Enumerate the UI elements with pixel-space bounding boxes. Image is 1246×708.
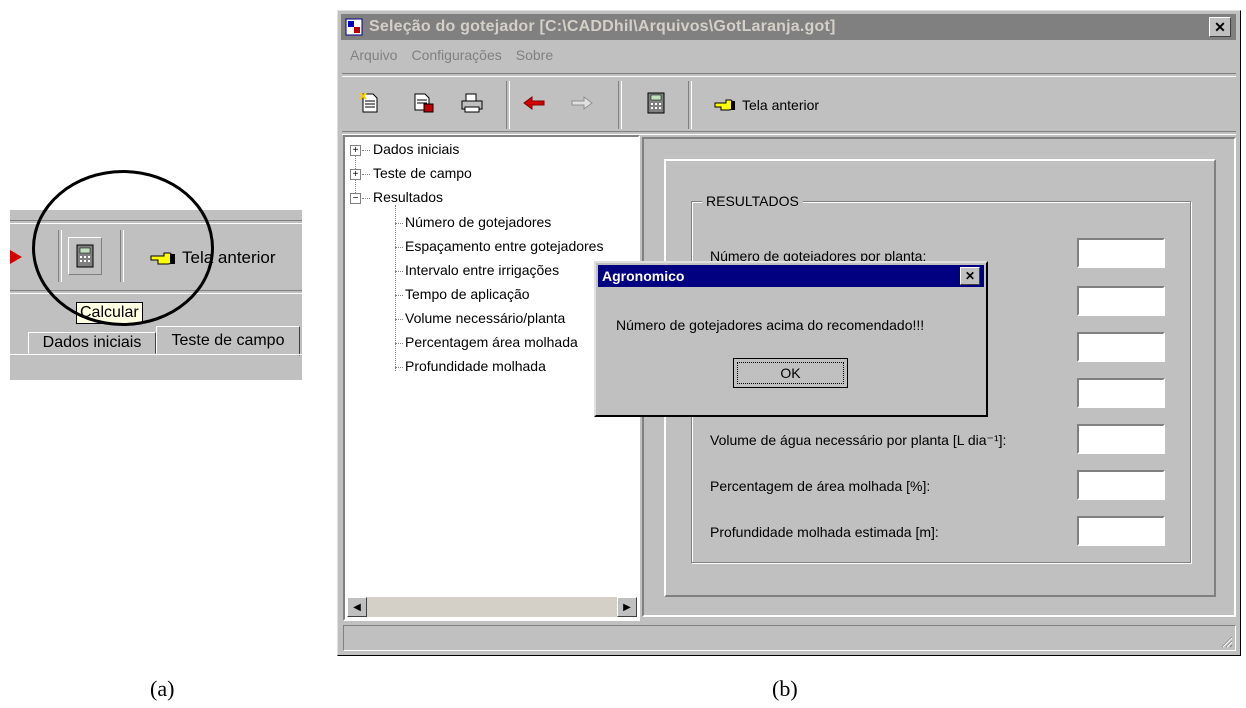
menu-sobre[interactable]: Sobre xyxy=(516,47,553,67)
tree-item-profundidade[interactable]: Profundidade molhada xyxy=(405,358,546,374)
previous-screen-label: Tela anterior xyxy=(742,97,820,113)
input-percentagem[interactable] xyxy=(1077,470,1165,500)
tree-connector xyxy=(395,271,403,272)
tree-connector xyxy=(395,295,403,296)
horizontal-scrollbar[interactable]: ◀ ▶ xyxy=(347,597,637,617)
input-profundidade[interactable] xyxy=(1077,516,1165,546)
tree-item-tempo[interactable]: Tempo de aplicação xyxy=(405,286,530,302)
tree-item-volume[interactable]: Volume necessário/planta xyxy=(405,310,565,326)
tree-connector xyxy=(362,198,370,199)
app-icon xyxy=(345,18,363,36)
tab-label: Dados iniciais xyxy=(42,334,142,351)
input-numero-gotejadores[interactable] xyxy=(1077,238,1165,268)
tree-item-teste-de-campo[interactable]: Teste de campo xyxy=(373,165,472,181)
tree-item-numero-gotejadores[interactable]: Número de gotejadores xyxy=(405,214,551,230)
caption-a: (a) xyxy=(150,676,175,701)
tree-item-intervalo[interactable]: Intervalo entre irrigações xyxy=(405,262,559,278)
expand-icon[interactable]: + xyxy=(350,145,361,156)
tab-dados-iniciais[interactable]: Dados iniciais xyxy=(28,332,156,354)
toolbar-separator xyxy=(506,81,510,129)
tree-connector xyxy=(395,367,403,368)
toolbar-separator xyxy=(618,81,622,129)
status-bar xyxy=(343,625,1236,651)
alert-dialog: Agronomico ✕ Número de gotejadores acima… xyxy=(594,261,988,417)
highlight-ellipse xyxy=(32,170,214,326)
close-icon: ✕ xyxy=(964,269,976,283)
tree-item-espacamento[interactable]: Espaçamento entre gotejadores xyxy=(405,238,603,254)
menu-arquivo[interactable]: Arquivo xyxy=(350,47,397,67)
window-title: Seleção do gotejador [C:\CADDhil\Arquivo… xyxy=(369,18,836,35)
label-profundidade: Profundidade molhada estimada [m]: xyxy=(710,524,939,540)
scroll-right-button[interactable]: ▶ xyxy=(617,597,637,617)
new-button[interactable] xyxy=(358,91,382,115)
dialog-message: Número de gotejadores acima do recomenda… xyxy=(616,317,925,333)
input-intervalo[interactable] xyxy=(1077,332,1165,362)
results-group-title: RESULTADOS xyxy=(702,193,803,209)
dialog-title: Agronomico xyxy=(602,268,685,284)
tree-connector xyxy=(395,247,403,248)
save-button[interactable] xyxy=(412,91,436,115)
print-button[interactable] xyxy=(460,91,484,115)
tree-item-resultados[interactable]: Resultados xyxy=(373,189,443,205)
dialog-close-button[interactable]: ✕ xyxy=(960,267,980,285)
resize-grip-icon[interactable] xyxy=(1219,634,1233,648)
window-close-button[interactable]: ✕ xyxy=(1209,17,1231,37)
dialog-titlebar: Agronomico ✕ xyxy=(598,265,984,287)
tab-baseline xyxy=(10,354,302,355)
back-arrow-icon[interactable] xyxy=(8,248,24,266)
pointing-hand-icon xyxy=(714,99,735,111)
caption-b: (b) xyxy=(772,676,798,701)
new-file-icon xyxy=(360,93,378,113)
forward-arrow-icon xyxy=(571,96,593,110)
menu-configuracoes[interactable]: Configurações xyxy=(411,47,501,67)
tree-connector xyxy=(395,223,403,224)
tree-connector xyxy=(395,343,403,344)
tab-label: Teste de campo xyxy=(171,332,285,349)
print-icon xyxy=(461,93,483,113)
forward-button[interactable] xyxy=(570,91,594,115)
tree-connector xyxy=(395,319,403,320)
back-button[interactable] xyxy=(522,91,546,115)
tree-connector xyxy=(362,174,370,175)
tree-connector xyxy=(362,150,370,151)
save-file-icon xyxy=(414,93,434,113)
input-tempo[interactable] xyxy=(1077,378,1165,408)
scroll-left-button[interactable]: ◀ xyxy=(347,597,367,617)
expand-icon[interactable]: + xyxy=(350,169,361,180)
collapse-icon[interactable]: − xyxy=(350,193,361,204)
ok-button[interactable]: OK xyxy=(733,358,848,388)
back-arrow-icon xyxy=(523,96,545,110)
tree-item-dados-iniciais[interactable]: Dados iniciais xyxy=(373,141,459,157)
toolbar-top-edge xyxy=(342,73,1236,77)
label-percentagem: Percentagem de área molhada [%]: xyxy=(710,478,931,494)
toolbar-separator xyxy=(688,81,692,129)
scroll-left-icon: ◀ xyxy=(353,601,361,613)
tree-item-percentagem[interactable]: Percentagem área molhada xyxy=(405,334,578,350)
scroll-right-icon: ▶ xyxy=(623,601,631,613)
label-volume: Volume de água necessário por planta [L … xyxy=(710,432,1007,448)
tree-connector xyxy=(395,205,396,371)
input-espacamento[interactable] xyxy=(1077,286,1165,316)
window-titlebar: Seleção do gotejador [C:\CADDhil\Arquivo… xyxy=(341,14,1236,40)
close-icon: ✕ xyxy=(1214,18,1226,35)
calculator-icon xyxy=(647,92,665,114)
ok-label: OK xyxy=(780,365,801,381)
previous-screen-button[interactable]: Tela anterior xyxy=(714,95,819,115)
calculate-button[interactable] xyxy=(644,91,668,115)
menu-bar: Arquivo Configurações Sobre xyxy=(350,47,553,67)
gotejador-window: Seleção do gotejador [C:\CADDhil\Arquivo… xyxy=(337,10,1241,656)
tab-teste-de-campo[interactable]: Teste de campo xyxy=(156,326,300,356)
input-volume[interactable] xyxy=(1077,424,1165,454)
